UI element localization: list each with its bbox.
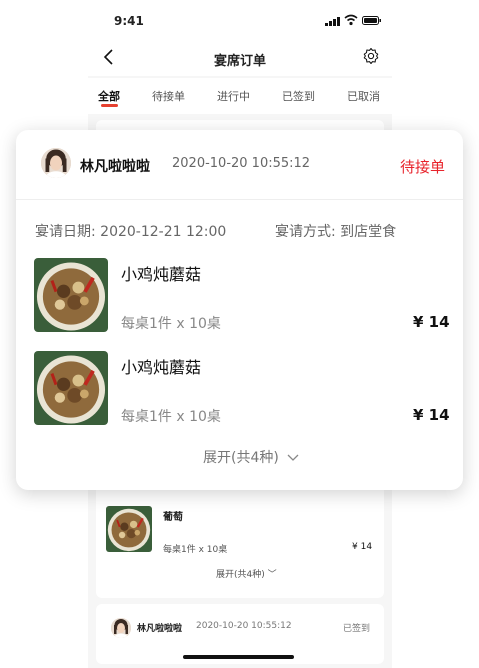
- bg2-status: 已签到: [343, 624, 371, 634]
- tab-pending[interactable]: 待接单: [152, 88, 185, 104]
- chevron-down-icon: [287, 454, 299, 461]
- back-arrow-icon[interactable]: [100, 47, 120, 67]
- bg-item-qty: 每桌1件 x 10桌: [163, 545, 228, 555]
- chevron-down-icon: ﹀: [267, 570, 277, 580]
- username: 林凡啦啦啦: [80, 159, 150, 175]
- tab-cancelled[interactable]: 已取消: [347, 88, 380, 104]
- food-thumbnail: [106, 506, 152, 552]
- tab-checked-in[interactable]: 已签到: [282, 88, 315, 104]
- divider: [16, 199, 463, 200]
- food-thumbnail: [34, 351, 108, 425]
- expand-link[interactable]: 展开(共4种): [203, 447, 299, 467]
- battery-icon: [362, 16, 381, 25]
- dish-qty: 每桌1件 x 10桌: [121, 409, 221, 425]
- bg2-datetime: 2020-10-20 10:55:12: [196, 621, 292, 631]
- tab-in-progress[interactable]: 进行中: [217, 88, 250, 104]
- bg-expand-link[interactable]: 展开(共4种) ﹀: [216, 567, 277, 580]
- dish-name: 小鸡炖蘑菇: [121, 265, 202, 284]
- dish-qty: 每桌1件 x 10桌: [121, 316, 221, 332]
- tab-all[interactable]: 全部: [98, 88, 120, 104]
- settings-gear-icon[interactable]: [362, 47, 380, 65]
- food-thumbnail: [34, 258, 108, 332]
- bg-item-name: 葡萄: [163, 512, 183, 523]
- expand-label: 展开(共4种): [203, 450, 279, 466]
- dish-price: ¥ 14: [413, 313, 450, 331]
- order-status: 待接单: [400, 158, 446, 176]
- bg-item-price: ¥ 14: [352, 542, 373, 552]
- signal-icon: [325, 17, 340, 26]
- status-time: 9:41: [114, 14, 144, 28]
- dish-price: ¥ 14: [413, 406, 450, 424]
- banquet-date: 宴请日期: 2020-12-21 12:00: [35, 224, 227, 240]
- home-indicator: [183, 655, 294, 659]
- bg-expand-label: 展开(共4种): [216, 570, 265, 580]
- dish-name: 小鸡炖蘑菇: [121, 358, 202, 377]
- avatar: [41, 148, 71, 178]
- avatar: [111, 618, 131, 638]
- order-datetime: 2020-10-20 10:55:12: [172, 156, 311, 171]
- tab-active-indicator: [101, 104, 118, 107]
- page-title: 宴席订单: [213, 54, 266, 69]
- banquet-method: 宴请方式: 到店堂食: [275, 224, 397, 240]
- wifi-icon: [344, 14, 358, 26]
- bg2-username: 林凡啦啦啦: [137, 624, 183, 634]
